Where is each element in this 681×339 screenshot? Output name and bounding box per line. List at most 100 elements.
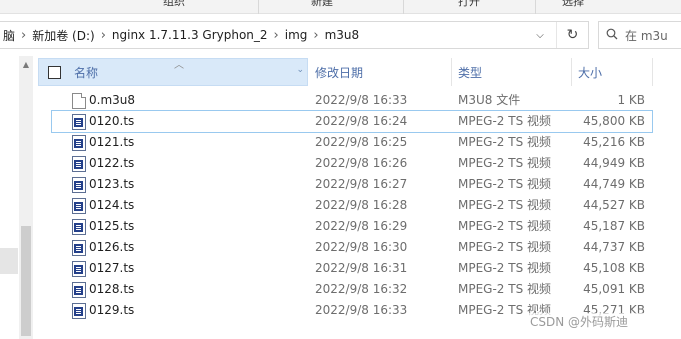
column-divider[interactable]	[571, 58, 572, 86]
breadcrumb: 脑 › 新加卷 (D:) › nginx 1.7.11.3 Gryphon_2 …	[0, 22, 362, 48]
file-size: 45,108 KB	[583, 261, 645, 275]
video-badge-icon	[74, 265, 83, 274]
ribbon-divider	[403, 0, 404, 14]
ts-video-icon	[72, 282, 86, 298]
file-name: 0124.ts	[89, 198, 135, 212]
file-date: 2022/9/8 16:25	[315, 135, 408, 149]
file-row[interactable]: 0123.ts 2022/9/8 16:27 MPEG-2 TS 视频 44,749 …	[52, 174, 652, 195]
refresh-icon[interactable]: ↻	[556, 22, 588, 48]
file-size: 45,091 KB	[583, 282, 645, 296]
ribbon-divider	[258, 0, 259, 14]
column-headers: 名称 ︿ ⌄ 修改日期 类型 大小	[38, 58, 653, 86]
file-name: 0127.ts	[89, 261, 135, 275]
file-size: 44,737 KB	[583, 240, 645, 254]
file-row[interactable]: 0124.ts 2022/9/8 16:28 MPEG-2 TS 视频 44,527 …	[52, 195, 652, 216]
chevron-right-icon[interactable]: ›	[310, 28, 321, 43]
file-type: MPEG-2 TS 视频	[458, 177, 552, 191]
document-icon	[72, 93, 86, 109]
file-row[interactable]: 0126.ts 2022/9/8 16:30 MPEG-2 TS 视频 44,737 …	[52, 237, 652, 258]
ts-video-icon	[72, 303, 86, 319]
scroll-up-icon[interactable]: ▲	[19, 60, 33, 70]
file-date: 2022/9/8 16:31	[315, 261, 408, 275]
chevron-right-icon[interactable]: ›	[271, 28, 282, 43]
file-size: 1 KB	[617, 93, 645, 107]
watermark-text: CSDN @外码斯迪	[530, 315, 629, 329]
file-row[interactable]: 0125.ts 2022/9/8 16:29 MPEG-2 TS 视频 45,187 …	[52, 216, 652, 237]
sort-ascending-icon: ︿	[174, 60, 184, 71]
ts-video-icon	[72, 198, 86, 214]
search-placeholder: 在 m3u	[625, 28, 668, 43]
video-badge-icon	[74, 181, 83, 190]
search-box[interactable]: 在 m3u	[598, 21, 681, 49]
column-header-size-label: 大小	[578, 65, 603, 80]
ts-video-icon	[72, 156, 86, 172]
video-badge-icon	[74, 307, 83, 316]
address-bar[interactable]: 脑 › 新加卷 (D:) › nginx 1.7.11.3 Gryphon_2 …	[0, 21, 589, 49]
breadcrumb-item[interactable]: 脑	[0, 27, 18, 44]
ts-video-icon	[72, 177, 86, 193]
file-name: 0.m3u8	[89, 93, 136, 107]
navigation-scrollbar[interactable]: ▲	[19, 56, 33, 339]
column-header-size[interactable]: 大小	[577, 58, 647, 86]
file-size: 44,527 KB	[583, 198, 645, 212]
search-icon	[599, 28, 625, 43]
ribbon-divider	[535, 0, 536, 14]
breadcrumb-item[interactable]: img	[282, 28, 311, 42]
ts-video-icon	[72, 240, 86, 256]
ribbon-group-organize[interactable]: 组织	[163, 0, 185, 9]
file-row[interactable]: 0128.ts 2022/9/8 16:32 MPEG-2 TS 视频 45,091 …	[52, 279, 652, 300]
column-header-date[interactable]: 修改日期	[314, 58, 452, 86]
video-badge-icon	[74, 139, 83, 148]
file-row[interactable]: 0127.ts 2022/9/8 16:31 MPEG-2 TS 视频 45,108 …	[52, 258, 652, 279]
breadcrumb-item[interactable]: nginx 1.7.11.3 Gryphon_2	[109, 28, 271, 42]
file-name: 0129.ts	[89, 303, 135, 317]
address-row: 脑 › 新加卷 (D:) › nginx 1.7.11.3 Gryphon_2 …	[0, 15, 681, 55]
file-date: 2022/9/8 16:28	[315, 198, 408, 212]
file-row[interactable]: 0121.ts 2022/9/8 16:25 MPEG-2 TS 视频 45,216 …	[52, 132, 652, 153]
file-name: 0122.ts	[89, 156, 135, 170]
file-row[interactable]: 0122.ts 2022/9/8 16:26 MPEG-2 TS 视频 44,949 …	[52, 153, 652, 174]
ribbon-group-new[interactable]: 新建	[311, 0, 333, 9]
column-header-name[interactable]: 名称 ︿ ⌄	[38, 58, 308, 86]
video-badge-icon	[74, 160, 83, 169]
navigation-selected-item[interactable]	[0, 248, 18, 274]
file-name: 0121.ts	[89, 135, 135, 149]
file-type: MPEG-2 TS 视频	[458, 135, 552, 149]
ts-video-icon	[72, 114, 86, 130]
file-name: 0128.ts	[89, 282, 135, 296]
file-date: 2022/9/8 16:32	[315, 282, 408, 296]
file-name: 0120.ts	[89, 114, 135, 128]
chevron-right-icon[interactable]: ›	[98, 28, 109, 43]
file-type: MPEG-2 TS 视频	[458, 282, 552, 296]
file-date: 2022/9/8 16:33	[315, 93, 408, 107]
file-row[interactable]: 0120.ts 2022/9/8 16:24 MPEG-2 TS 视频 45,800 …	[51, 110, 653, 133]
file-row[interactable]: 0.m3u8 2022/9/8 16:33 M3U8 文件 1 KB	[52, 90, 652, 111]
file-size: 45,187 KB	[583, 219, 645, 233]
video-badge-icon	[74, 223, 83, 232]
ribbon-group-open[interactable]: 打开	[458, 0, 480, 9]
file-size: 45,216 KB	[583, 135, 645, 149]
column-header-type-label: 类型	[458, 65, 483, 80]
file-type: MPEG-2 TS 视频	[458, 156, 552, 170]
ribbon-group-select[interactable]: 选择	[562, 0, 584, 9]
chevron-right-icon[interactable]: ›	[18, 28, 29, 43]
file-list: 0.m3u8 2022/9/8 16:33 M3U8 文件 1 KB 0120.ts 20…	[51, 90, 653, 321]
file-size: 45,800 KB	[583, 114, 645, 128]
column-header-type[interactable]: 类型	[457, 58, 575, 86]
file-size: 44,749 KB	[583, 177, 645, 191]
select-all-checkbox[interactable]	[48, 66, 61, 79]
ts-video-icon	[72, 135, 86, 151]
file-date: 2022/9/8 16:33	[315, 303, 408, 317]
ts-video-icon	[72, 219, 86, 235]
file-type: MPEG-2 TS 视频	[458, 240, 552, 254]
scrollbar-thumb[interactable]	[21, 226, 31, 336]
column-divider[interactable]	[652, 58, 653, 86]
file-date: 2022/9/8 16:26	[315, 156, 408, 170]
history-dropdown-icon[interactable]: ⌵	[530, 22, 550, 48]
breadcrumb-item[interactable]: 新加卷 (D:)	[29, 27, 97, 44]
ts-video-icon	[72, 261, 86, 277]
chevron-down-icon[interactable]: ⌄	[296, 65, 304, 75]
file-type: MPEG-2 TS 视频	[458, 219, 552, 233]
breadcrumb-item[interactable]: m3u8	[322, 28, 363, 42]
column-divider[interactable]	[451, 58, 452, 86]
